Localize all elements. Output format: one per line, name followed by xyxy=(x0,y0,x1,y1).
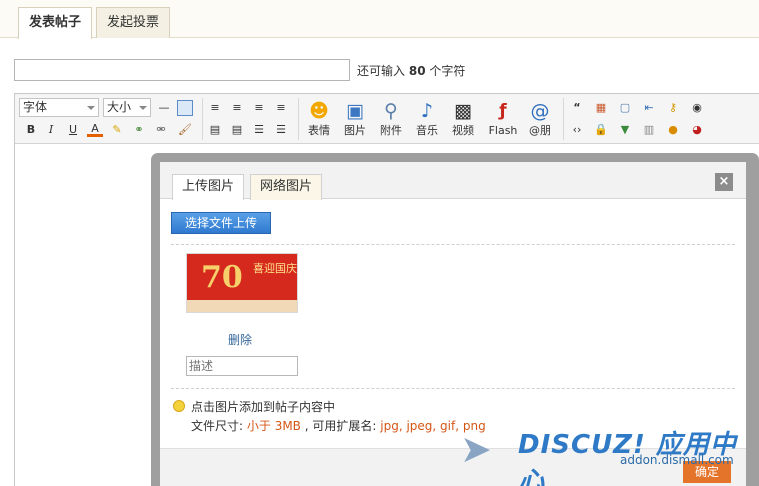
emoji-label: 表情 xyxy=(308,124,330,137)
toolbar-divider xyxy=(563,98,564,140)
ordered-list-icon[interactable]: ☰ xyxy=(251,122,267,138)
bold-button[interactable]: B xyxy=(23,122,39,138)
attachment-button[interactable]: ⚲ 附件 xyxy=(374,98,408,142)
thumb-caption: 喜迎国庆 xyxy=(253,262,297,275)
disc-icon[interactable]: ◉ xyxy=(689,100,705,116)
tab-web-image[interactable]: 网络图片 xyxy=(250,174,323,200)
highlight-icon[interactable]: ✎ xyxy=(109,122,125,138)
lock-icon[interactable]: 🔒 xyxy=(593,122,609,138)
close-icon[interactable]: × xyxy=(715,173,733,191)
cursor-arrow-icon: ➤ xyxy=(460,427,492,471)
editor-toolbar: 字体 大小 — B I U A ✎ ⚭ ⚮ 🖌 ≡ ≡ ≡ ≡ ▤ ▤ ☰ ☰ … xyxy=(15,94,759,144)
indent-icon[interactable]: ⇤ xyxy=(641,100,657,116)
lightbulb-icon xyxy=(173,400,185,412)
char-hint-count: 80 xyxy=(408,64,426,78)
smiley-icon: ☻ xyxy=(309,100,329,122)
align-left-icon[interactable]: ≡ xyxy=(207,100,223,116)
float-left-icon[interactable]: ▤ xyxy=(207,122,223,138)
page-icon[interactable]: ▥ xyxy=(641,122,657,138)
image-icon: ▣ xyxy=(346,100,364,122)
size-value: 小于 3MB xyxy=(246,419,301,433)
choose-file-button[interactable]: 选择文件上传 xyxy=(171,212,271,234)
hr-icon[interactable]: — xyxy=(156,100,172,116)
image-label: 图片 xyxy=(344,124,366,137)
tab-upload-image[interactable]: 上传图片 xyxy=(172,174,245,200)
float-right-icon[interactable]: ▤ xyxy=(229,122,245,138)
music-note-icon: ♪ xyxy=(420,100,434,122)
hide-icon[interactable]: ▢ xyxy=(617,100,633,116)
watermark-url: addon.dismall.com xyxy=(620,453,734,467)
video-button[interactable]: ▩ 视频 xyxy=(446,98,480,142)
unlink-icon[interactable]: ⚮ xyxy=(153,122,169,138)
char-hint-suffix: 个字符 xyxy=(429,64,466,78)
discuz-watermark: ➤ DISCUZ! 应用中心 addon.dismall.com xyxy=(460,420,759,486)
qq-icon[interactable]: ◕ xyxy=(689,122,705,138)
format-brush-icon[interactable]: 🖌 xyxy=(177,122,193,138)
chevron-down-icon xyxy=(87,106,95,110)
file-limits: 文件尺寸: 小于 3MB , 可用扩展名: jpg, jpeg, gif, pn… xyxy=(191,417,486,434)
dialog-tabbar: 上传图片 网络图片 × xyxy=(160,162,746,200)
post-tabbar: 发表帖子 发起投票 xyxy=(0,0,759,39)
font-select-label: 字体 xyxy=(23,100,48,114)
image-button[interactable]: ▣ 图片 xyxy=(338,98,372,142)
insert-tip: 点击图片添加到帖子内容中 xyxy=(191,400,336,414)
unordered-list-icon[interactable]: ☰ xyxy=(273,122,289,138)
divider xyxy=(171,388,735,389)
font-select[interactable]: 字体 xyxy=(19,98,99,117)
thumb-seventy: 70 xyxy=(201,260,243,295)
divider xyxy=(171,244,735,245)
chevron-down-icon xyxy=(139,106,147,110)
at-sign-icon: @ xyxy=(530,100,550,122)
download-icon[interactable]: ▼ xyxy=(617,122,633,138)
quote-icon[interactable]: “ xyxy=(569,100,585,116)
font-color-button[interactable]: A xyxy=(87,121,103,137)
size-select[interactable]: 大小 xyxy=(103,98,151,117)
align-justify-icon[interactable]: ≡ xyxy=(273,100,289,116)
music-label: 音乐 xyxy=(416,124,438,137)
delete-image-link[interactable]: 删除 xyxy=(228,331,252,348)
underline-button[interactable]: U xyxy=(65,122,81,138)
flash-label: Flash xyxy=(488,124,518,137)
tab-new-post[interactable]: 发表帖子 xyxy=(18,7,93,39)
italic-button[interactable]: I xyxy=(43,122,59,138)
key-icon[interactable]: ⚷ xyxy=(665,100,681,116)
size-label: 文件尺寸: xyxy=(191,419,244,433)
tab-new-poll[interactable]: 发起投票 xyxy=(96,7,171,38)
toolbar-divider xyxy=(202,98,203,140)
align-right-icon[interactable]: ≡ xyxy=(251,100,267,116)
free-icon[interactable]: ▦ xyxy=(593,100,609,116)
ext-label: , 可用扩展名: xyxy=(304,419,377,433)
mention-button[interactable]: @ @朋 xyxy=(523,98,557,142)
size-select-label: 大小 xyxy=(107,100,132,114)
video-label: 视频 xyxy=(452,124,474,137)
uploaded-image-thumbnail[interactable]: 70 喜迎国庆 xyxy=(186,253,298,313)
flash-icon: ƒ xyxy=(499,101,507,121)
char-count-hint: 还可输入 80 个字符 xyxy=(357,62,465,79)
table-icon[interactable] xyxy=(177,100,193,116)
char-hint-prefix: 还可输入 xyxy=(357,64,406,78)
code-icon[interactable]: ‹› xyxy=(569,122,585,138)
bg-color-icon[interactable]: ● xyxy=(665,122,681,138)
image-description-input[interactable] xyxy=(186,356,298,376)
emoji-button[interactable]: ☻ 表情 xyxy=(302,98,336,142)
thumb-band xyxy=(187,300,297,312)
film-icon: ▩ xyxy=(454,100,472,122)
link-icon[interactable]: ⚭ xyxy=(131,122,147,138)
paperclip-icon: ⚲ xyxy=(384,100,398,122)
align-center-icon[interactable]: ≡ xyxy=(229,100,245,116)
flash-button[interactable]: ƒ Flash xyxy=(484,98,522,142)
mention-label: @朋 xyxy=(529,124,551,137)
music-button[interactable]: ♪ 音乐 xyxy=(410,98,444,142)
post-title-input[interactable] xyxy=(14,59,350,81)
toolbar-divider xyxy=(298,98,299,140)
attachment-label: 附件 xyxy=(380,124,402,137)
